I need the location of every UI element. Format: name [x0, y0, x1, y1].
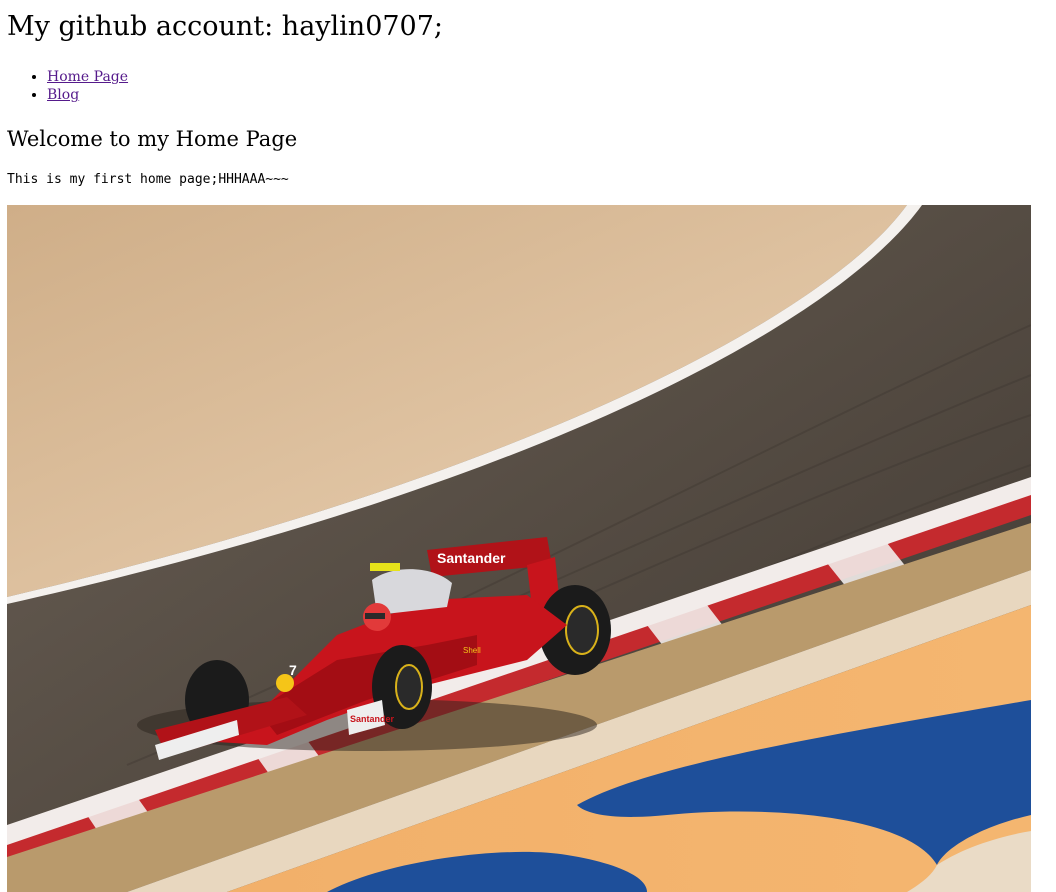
welcome-heading: Welcome to my Home Page	[7, 127, 298, 151]
nav-item-home: Home Page	[47, 68, 128, 86]
side-sponsor-text: Santander	[350, 714, 395, 724]
nav-item-blog: Blog	[47, 86, 128, 104]
home-page-link[interactable]: Home Page	[47, 69, 128, 85]
wing-sponsor-text: Santander	[437, 550, 506, 566]
car-number: 7	[289, 662, 297, 678]
hero-image: Santander Santander 7 Shell	[7, 205, 1031, 892]
sidepod-sponsor: Shell	[463, 646, 481, 655]
nav-list: Home Page Blog	[0, 68, 128, 104]
race-car-photo: Santander Santander 7 Shell	[7, 205, 1031, 892]
page: My github account: haylin0707; Home Page…	[0, 0, 1056, 892]
site-title: My github account: haylin0707;	[7, 11, 444, 42]
intro-text: This is my first home page;HHHAAA~~~	[7, 172, 289, 187]
blog-link[interactable]: Blog	[47, 87, 79, 103]
